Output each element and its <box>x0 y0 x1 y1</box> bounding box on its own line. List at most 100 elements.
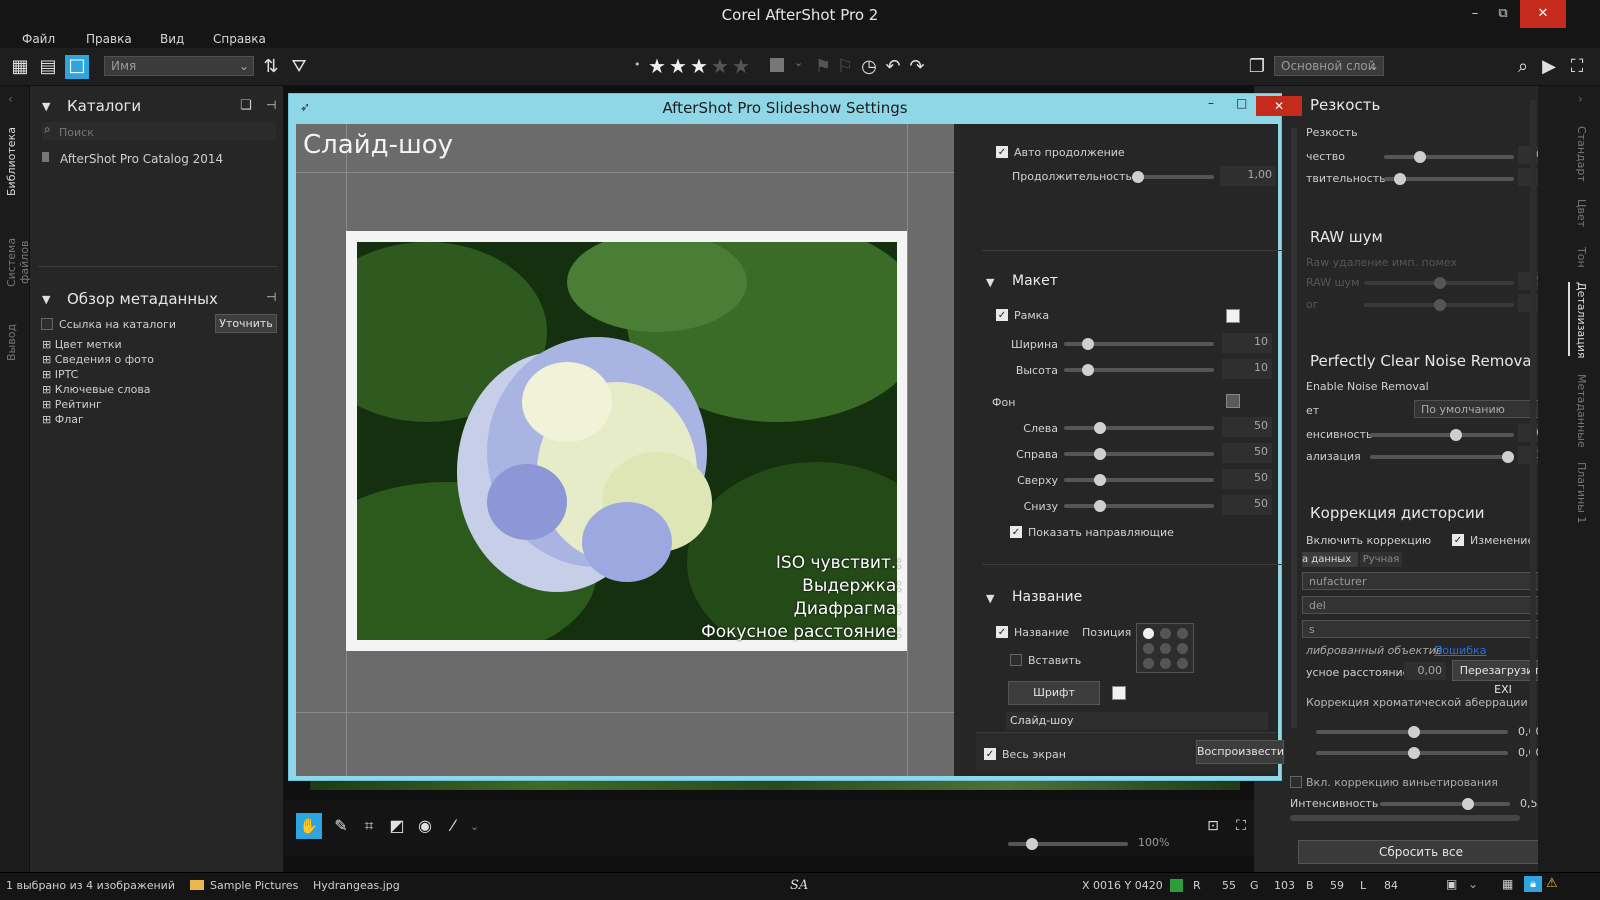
width-value[interactable]: 10 <box>1222 333 1272 353</box>
metadata-item[interactable]: ⊞ Цвет метки <box>42 338 122 351</box>
slider-knob[interactable] <box>1502 451 1514 463</box>
rotate-left-icon[interactable]: ↶ <box>882 56 904 78</box>
position-option[interactable] <box>1177 643 1188 654</box>
fit-screen-icon[interactable]: ⛶ <box>1230 815 1252 837</box>
show-guides-checkbox[interactable]: ✓ <box>1010 526 1022 538</box>
tab-tone[interactable]: Тон <box>1568 244 1588 270</box>
chevron-down-icon[interactable]: ⌄ <box>470 820 479 833</box>
slider-knob[interactable] <box>1082 338 1094 350</box>
position-option[interactable] <box>1177 658 1188 669</box>
slider-knob[interactable] <box>1450 429 1462 441</box>
expand-icon[interactable]: ⊞ <box>42 368 55 381</box>
color-label-icon[interactable] <box>770 58 784 72</box>
distortion-change-checkbox[interactable]: ✓ <box>1452 534 1464 546</box>
font-color-swatch[interactable] <box>1112 686 1126 700</box>
fullscreen-icon[interactable]: ⛶ <box>1566 56 1588 78</box>
collapse-icon[interactable]: ▼ <box>42 100 50 113</box>
copy-icon[interactable]: ❐ <box>1246 56 1268 78</box>
tab-output[interactable]: Вывод <box>5 320 25 364</box>
single-view-icon[interactable]: □ <box>65 55 89 79</box>
rating-star-icon[interactable]: ★ <box>690 55 708 77</box>
filmstrip-view-icon[interactable]: ▤ <box>37 56 59 78</box>
tab-metadata[interactable]: Метаданные <box>1568 374 1588 448</box>
bottom-slider[interactable] <box>1064 500 1214 512</box>
top-slider[interactable] <box>1064 474 1214 486</box>
position-option[interactable] <box>1143 658 1154 669</box>
tab-lens-data[interactable]: а данных <box>1302 552 1358 567</box>
pin-icon[interactable]: ⊣ <box>266 290 276 304</box>
red-eye-icon[interactable]: ◉ <box>414 815 436 837</box>
play-button[interactable]: Воспроизвести <box>1196 740 1284 764</box>
metadata-item[interactable]: ⊞ Флаг <box>42 413 84 426</box>
slider-knob[interactable] <box>1094 448 1106 460</box>
lock-icon[interactable]: 🔒︎ <box>1524 876 1542 892</box>
expand-icon[interactable]: ⊞ <box>42 338 55 351</box>
pcnr-intensity-slider[interactable] <box>1370 429 1514 441</box>
fullscreen-checkbox[interactable]: ✓ <box>984 748 996 760</box>
duration-value[interactable]: 1,00 <box>1220 166 1276 186</box>
calibrated-link[interactable]: Пошибка <box>1434 644 1486 657</box>
left-slider[interactable] <box>1064 422 1214 434</box>
close-button[interactable]: ✕ <box>1520 0 1566 28</box>
insert-checkbox[interactable] <box>1010 654 1022 666</box>
slider-knob[interactable] <box>1414 151 1426 163</box>
right-value[interactable]: 50 <box>1222 443 1272 463</box>
bottom-value[interactable]: 50 <box>1222 495 1272 515</box>
slider-knob[interactable] <box>1094 500 1106 512</box>
chevron-down-icon[interactable]: ⌄ <box>1468 877 1478 891</box>
dialog-minimize-button[interactable]: – <box>1208 96 1214 110</box>
straighten-icon[interactable]: ◩ <box>386 815 408 837</box>
filter-icon[interactable]: ⛛ <box>288 56 310 78</box>
reset-all-button[interactable]: Сбросить все <box>1298 840 1544 864</box>
slider-knob[interactable] <box>1132 171 1144 183</box>
actual-size-icon[interactable]: ⊡ <box>1202 815 1224 837</box>
auto-continue-checkbox[interactable]: ✓ <box>996 146 1008 158</box>
right-slider[interactable] <box>1064 448 1214 460</box>
sort-direction-icon[interactable]: ⇅ <box>260 56 282 78</box>
right-panel-scrollbar[interactable] <box>1530 100 1536 800</box>
position-option[interactable] <box>1177 628 1188 639</box>
rating-clear-dot[interactable]: • <box>634 58 641 71</box>
flag-icon[interactable]: ⚑ <box>812 56 834 78</box>
link-catalogs-checkbox[interactable] <box>41 318 53 330</box>
duration-slider[interactable] <box>1132 171 1214 183</box>
position-option[interactable] <box>1160 643 1171 654</box>
vignette-checkbox[interactable] <box>1290 776 1302 788</box>
chroma-y-slider[interactable] <box>1316 747 1508 759</box>
crop-icon[interactable]: ⌗ <box>358 815 380 837</box>
position-grid[interactable] <box>1136 623 1194 673</box>
pcnr-normalize-slider[interactable] <box>1370 451 1514 463</box>
raw-noise-slider[interactable] <box>1364 277 1514 289</box>
slider-knob[interactable] <box>1434 299 1446 311</box>
dialog-maximize-button[interactable]: □ <box>1236 96 1247 110</box>
top-value[interactable]: 50 <box>1222 469 1272 489</box>
position-option[interactable] <box>1143 628 1154 639</box>
brush-icon[interactable]: ⁄ <box>442 815 464 837</box>
tab-detail[interactable]: Детализация <box>1568 282 1588 359</box>
position-option[interactable] <box>1160 628 1171 639</box>
rotate-right-icon[interactable]: ↷ <box>906 56 928 78</box>
tab-file-system[interactable]: Система файлов <box>5 214 31 310</box>
eyedropper-icon[interactable]: ✎ <box>330 815 352 837</box>
slide-title-input[interactable]: Слайд-шоу <box>1006 712 1268 730</box>
slider-knob[interactable] <box>1462 798 1474 810</box>
menu-file[interactable]: Файл <box>22 30 55 48</box>
focal-length-value[interactable]: 0,00 <box>1404 662 1446 680</box>
height-slider[interactable] <box>1064 364 1214 376</box>
sharpness-amount-slider[interactable] <box>1384 151 1514 163</box>
menu-view[interactable]: Вид <box>160 30 184 48</box>
expand-icon[interactable]: ⊞ <box>42 383 55 396</box>
metadata-item[interactable]: ⊞ IPTC <box>42 368 78 381</box>
chevron-down-icon[interactable]: ⌄ <box>794 56 803 69</box>
raw-noise-slider-2[interactable] <box>1364 299 1514 311</box>
vignette-intensity-slider[interactable] <box>1380 798 1510 810</box>
model-select[interactable]: del <box>1302 596 1554 614</box>
settings-scrollbar[interactable] <box>1291 128 1297 728</box>
sharpness-sensitivity-slider[interactable] <box>1384 173 1514 185</box>
slider-knob[interactable] <box>1094 422 1106 434</box>
position-option[interactable] <box>1160 658 1171 669</box>
collapse-icon[interactable]: ▼ <box>986 276 994 289</box>
slider-knob[interactable] <box>1394 173 1406 185</box>
refine-button[interactable]: Уточнить <box>215 314 277 333</box>
zoom-slider[interactable] <box>1008 838 1128 850</box>
